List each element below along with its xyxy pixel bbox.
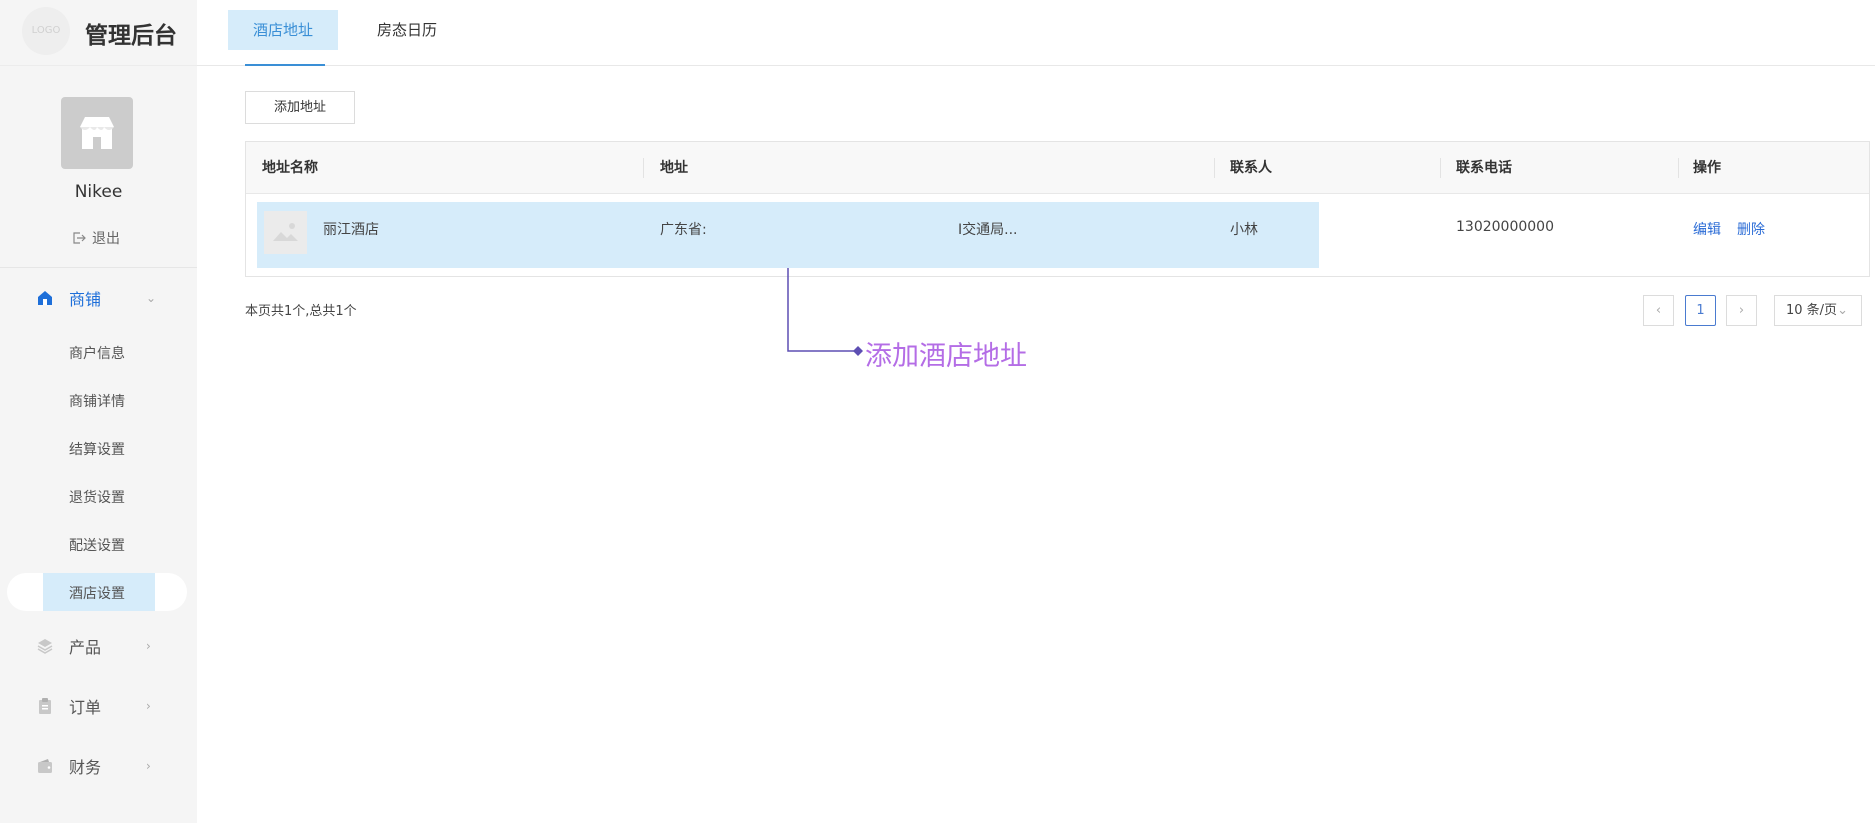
annotation-label: 添加酒店地址 bbox=[865, 341, 1027, 372]
annotation-callout-line bbox=[787, 268, 863, 356]
